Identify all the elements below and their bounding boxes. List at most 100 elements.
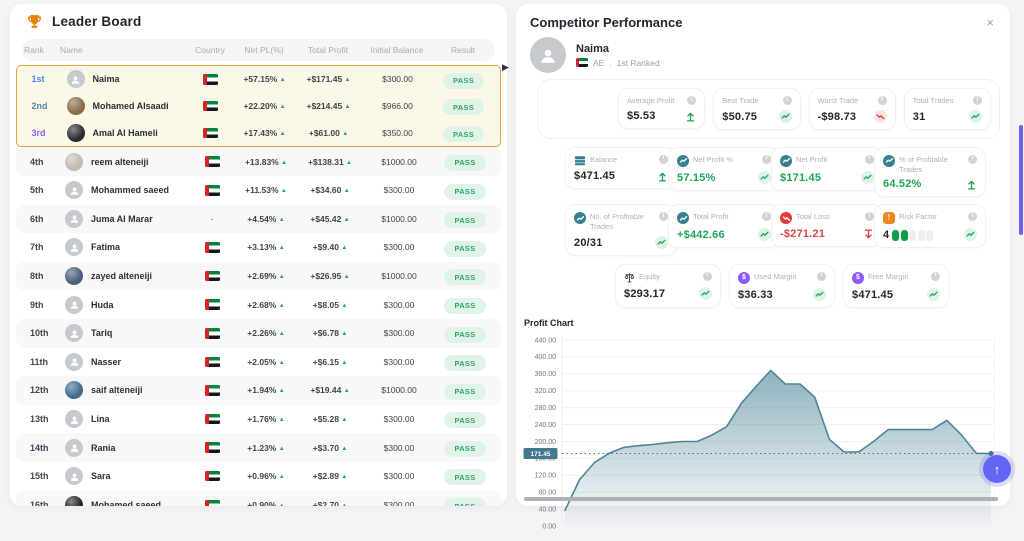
stat-value: -$98.73 — [818, 111, 857, 123]
table-row[interactable]: 8thzayed alteneiji+2.69% ▲+$26.95 ▲$1000… — [16, 262, 501, 291]
uae-flag-icon — [205, 500, 220, 506]
table-row[interactable]: 7thFatima+3.13% ▲+$9.40 ▲$300.00PASS — [16, 233, 501, 262]
info-icon[interactable]: i — [973, 96, 982, 105]
table-row[interactable]: 12thsaif alteneiji+1.94% ▲+$19.44 ▲$1000… — [16, 376, 501, 405]
table-row[interactable]: 3rdAmal Al Hameli+17.43% ▲+$61.00 ▲$350.… — [17, 120, 500, 147]
info-icon[interactable]: i — [865, 212, 874, 221]
competitor-name-cell: Lina — [58, 410, 189, 428]
competitor-name: Tariq — [91, 328, 112, 338]
avatar — [65, 210, 83, 228]
stat-card-average-profit: Average Profiti$5.53 — [618, 88, 705, 129]
rank-label: 15th — [22, 471, 58, 481]
table-row[interactable]: 1stNaima+57.15% ▲+$171.45 ▲$300.00PASS — [17, 66, 500, 93]
stat-card-worst-trade: Worst Tradei-$98.73 — [809, 88, 896, 130]
trend-up-icon — [758, 228, 771, 241]
table-row[interactable]: 6thJuma Al Marar-+4.54% ▲+$45.42 ▲$1000.… — [16, 205, 501, 234]
table-row[interactable]: 5thMohammed saeed+11.53% ▲+$34.60 ▲$300.… — [16, 176, 501, 205]
stat-value: $171.45 — [780, 172, 821, 184]
info-icon[interactable]: i — [968, 155, 977, 164]
svg-text:240.00: 240.00 — [535, 422, 557, 429]
total-profit-value: +$26.95 ▲ — [297, 271, 363, 281]
trend-up-icon — [861, 171, 874, 184]
svg-text:40.00: 40.00 — [538, 506, 556, 513]
info-icon[interactable]: i — [931, 272, 940, 281]
table-row[interactable]: 13thLina+1.76% ▲+$5.28 ▲$300.00PASS — [16, 405, 501, 434]
close-icon[interactable]: × — [984, 14, 996, 31]
trend-icon — [677, 212, 689, 224]
country-cell — [188, 128, 234, 139]
net-pl-value: +22.20% ▲ — [234, 101, 296, 111]
up-marker-icon: ▲ — [344, 217, 350, 223]
info-icon[interactable]: i — [865, 155, 874, 164]
carousel-next-icon[interactable]: ▶ — [502, 62, 509, 73]
info-icon[interactable]: i — [659, 155, 668, 164]
result-cell: PASS — [435, 324, 495, 343]
col-totalprofit: Total Profit — [295, 45, 361, 55]
table-row[interactable]: 2ndMohamed Alsaadi+22.20% ▲+$214.45 ▲$96… — [17, 93, 500, 120]
uae-flag-icon — [205, 185, 220, 196]
up-marker-icon: ▲ — [344, 188, 350, 194]
horizontal-scrollbar[interactable] — [524, 497, 998, 501]
scroll-to-top-button[interactable]: ↑ — [983, 455, 1011, 483]
dollar-icon: $ — [738, 272, 750, 284]
table-row[interactable]: 4threem alteneiji+13.83% ▲+$138.31 ▲$100… — [16, 147, 501, 176]
rank-label: 4th — [22, 157, 58, 167]
info-icon[interactable]: i — [762, 155, 771, 164]
uae-flag-icon — [203, 128, 218, 139]
competitor-name: Juma Al Marar — [91, 214, 153, 224]
result-cell: PASS — [434, 97, 494, 116]
initial-balance-value: $966.00 — [362, 101, 434, 111]
up-marker-icon: ▲ — [346, 160, 352, 166]
table-row[interactable]: 10thTariq+2.26% ▲+$6.78 ▲$300.00PASS — [16, 319, 501, 348]
table-row[interactable]: 14thRania+1.23% ▲+$3.70 ▲$300.00PASS — [16, 433, 501, 462]
uae-flag-icon — [205, 442, 220, 453]
up-marker-icon: ▲ — [341, 360, 347, 366]
info-icon[interactable]: i — [878, 96, 887, 105]
table-header: Rank Name Country Net PL(%) Total Profit… — [22, 39, 495, 61]
rank-label: 1st — [24, 74, 60, 84]
info-icon[interactable]: i — [817, 272, 826, 281]
status-badge: PASS — [444, 412, 485, 428]
stat-value: -$271.21 — [780, 228, 825, 240]
competitor-profile: Naima AE . 1st Ranked — [516, 33, 1010, 73]
col-netpl: Net PL(%) — [233, 45, 295, 55]
total-profit-value: +$34.60 ▲ — [297, 185, 363, 195]
competitor-name: Amal Al Hameli — [93, 128, 158, 138]
stat-label: % of Profitable Trades — [899, 155, 964, 175]
table-row[interactable]: 15thSara+0.96% ▲+$2.89 ▲$300.00PASS — [16, 462, 501, 491]
info-icon[interactable]: i — [968, 212, 977, 221]
result-cell: PASS — [435, 381, 495, 400]
competitor-name: Naima — [93, 74, 120, 84]
table-row[interactable]: 11thNasser+2.05% ▲+$6.15 ▲$300.00PASS — [16, 348, 501, 377]
initial-balance-value: $1000.00 — [363, 385, 435, 395]
info-icon[interactable]: i — [762, 212, 771, 221]
table-row[interactable]: 9thHuda+2.68% ▲+$8.05 ▲$300.00PASS — [16, 290, 501, 319]
uae-flag-icon — [203, 74, 218, 85]
vertical-scrollbar[interactable] — [1019, 125, 1023, 235]
status-badge: PASS — [444, 212, 485, 228]
competitor-name-cell: Mohamed Alsaadi — [60, 97, 188, 115]
info-icon[interactable]: i — [703, 272, 712, 281]
svg-text:200.00: 200.00 — [535, 439, 557, 446]
competitor-name-cell: reem alteneiji — [58, 153, 189, 171]
trend-up-icon — [927, 288, 940, 301]
table-row[interactable]: 16thMohamed saeed+0.90% ▲+$2.70 ▲$300.00… — [16, 491, 501, 506]
initial-balance-value: $300.00 — [363, 500, 435, 506]
up-marker-icon: ▲ — [341, 245, 347, 251]
competitor-name-cell: Naima — [60, 70, 188, 88]
result-cell: PASS — [435, 210, 495, 229]
competitor-name: Sara — [91, 471, 111, 481]
table-body: 4threem alteneiji+13.83% ▲+$138.31 ▲$100… — [10, 147, 507, 506]
avatar — [65, 381, 83, 399]
info-icon[interactable]: i — [659, 212, 668, 221]
info-icon[interactable]: i — [783, 96, 792, 105]
up-marker-icon: ▲ — [280, 77, 286, 83]
uae-flag-icon — [205, 299, 220, 310]
up-marker-icon: ▲ — [279, 417, 285, 423]
country-cell — [189, 156, 235, 167]
country-cell — [189, 185, 235, 196]
arrow-up-icon — [966, 179, 977, 190]
stat-label: Net Profit — [796, 155, 861, 165]
info-icon[interactable]: i — [687, 96, 696, 105]
trend-up-icon — [813, 288, 826, 301]
